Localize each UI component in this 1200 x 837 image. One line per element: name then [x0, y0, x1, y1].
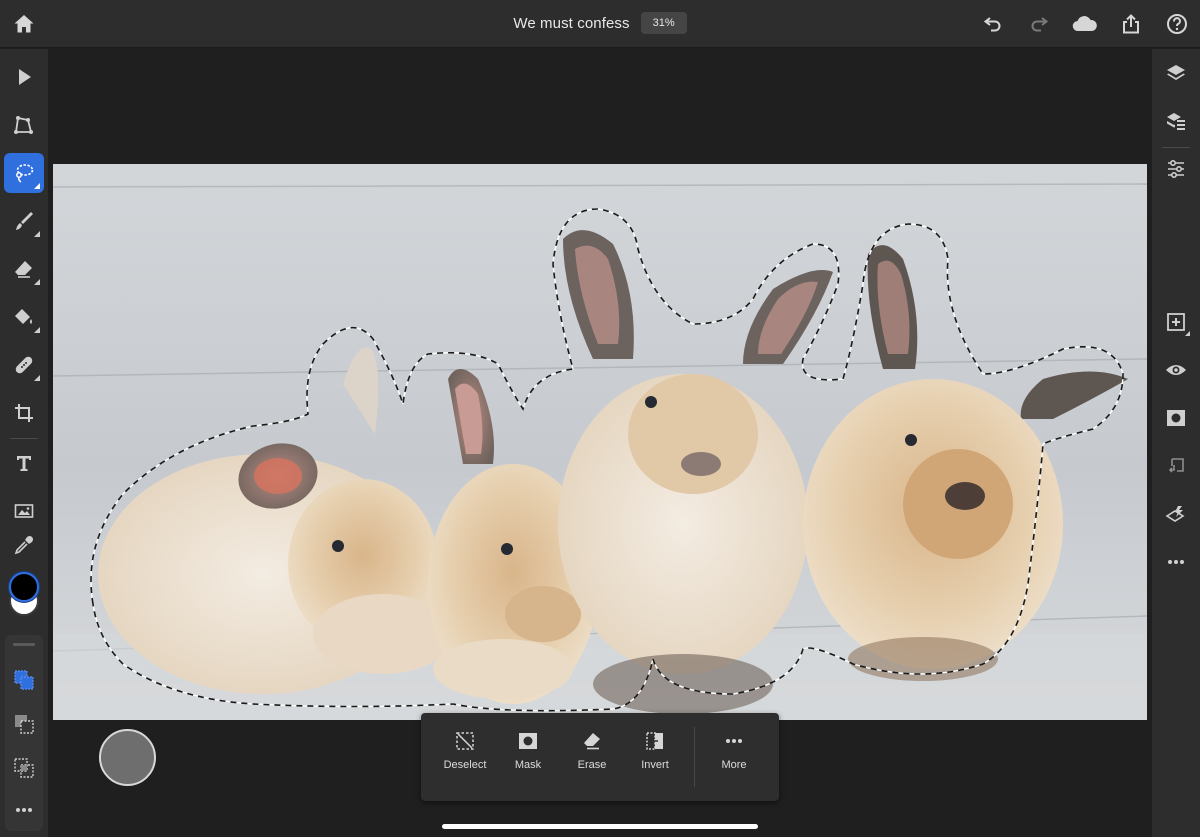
invert-icon: [646, 732, 663, 750]
deselect-icon: [456, 732, 474, 750]
right-more-button[interactable]: [1156, 542, 1196, 582]
intersect-selection-icon: [14, 758, 34, 778]
mask-label: Mask: [514, 759, 542, 771]
clip-icon: [1168, 458, 1184, 473]
top-right-actions: [980, 11, 1190, 37]
new-selection-icon: [14, 670, 34, 690]
adjustments-button[interactable]: [1156, 149, 1196, 189]
taskbar-divider: [694, 727, 695, 787]
share-icon: [1123, 14, 1139, 34]
photoshop-app: We must confess 31% Deselect Mask Erase …: [0, 0, 1200, 837]
deselect-button[interactable]: Deselect: [434, 729, 496, 789]
toolbar-divider: [10, 438, 38, 439]
submenu-indicator: [1185, 331, 1190, 336]
tool-crop[interactable]: [4, 393, 44, 433]
brush-size-preview[interactable]: [99, 729, 156, 786]
tool-move[interactable]: [4, 57, 44, 97]
tool-type[interactable]: [4, 443, 44, 483]
top-bar: We must confess 31%: [0, 0, 1200, 48]
help-icon: [1167, 14, 1187, 34]
layers-button[interactable]: [1156, 53, 1196, 93]
undo-icon: [983, 17, 1001, 32]
tool-healing[interactable]: [4, 345, 44, 385]
healing-icon: [15, 356, 33, 374]
submenu-indicator: [34, 375, 40, 381]
crop-icon: [15, 404, 33, 422]
submenu-indicator: [34, 231, 40, 237]
zoom-level[interactable]: 31%: [640, 12, 687, 34]
submenu-indicator: [34, 327, 40, 333]
foreground-color-swatch[interactable]: [9, 572, 39, 602]
share-button[interactable]: [1118, 11, 1144, 37]
layer-properties-icon: [1167, 113, 1185, 130]
deselect-label: Deselect: [443, 759, 487, 771]
mask-selection-button[interactable]: Mask: [497, 729, 559, 789]
mask-icon: [1167, 410, 1185, 426]
eraser-icon: [15, 261, 32, 278]
move-icon: [19, 69, 31, 85]
more-options-button[interactable]: More: [703, 729, 765, 789]
toolbar-divider: [1162, 147, 1190, 148]
selection-more-button[interactable]: [9, 795, 39, 825]
subtract-selection-icon: [15, 715, 34, 734]
visibility-button[interactable]: [1156, 350, 1196, 390]
erase-icon: [584, 733, 600, 750]
invert-label: Invert: [641, 759, 669, 771]
layers-icon: [1167, 65, 1185, 80]
add-layer-icon: [1167, 313, 1185, 331]
visibility-icon: [1166, 365, 1186, 375]
tool-brush[interactable]: [4, 201, 44, 241]
right-toolbar: [1152, 49, 1200, 837]
contextual-taskbar: Deselect Mask Erase Invert More: [421, 713, 779, 801]
quick-actions-button[interactable]: [1156, 494, 1196, 534]
transform-icon: [14, 116, 33, 134]
selection-mode-panel: [5, 635, 43, 831]
lasso-icon: [16, 164, 34, 183]
tool-eyedropper[interactable]: [4, 525, 44, 565]
invert-button[interactable]: Invert: [624, 729, 686, 789]
redo-button[interactable]: [1026, 11, 1052, 37]
layer-properties-button[interactable]: [1156, 101, 1196, 141]
erase-label: Erase: [577, 759, 607, 771]
panel-grip[interactable]: [13, 643, 35, 646]
add-layer-button[interactable]: [1156, 302, 1196, 342]
eyedropper-icon: [14, 536, 33, 555]
submenu-indicator: [34, 183, 40, 189]
more-icon: [1168, 560, 1184, 564]
tool-lasso[interactable]: [4, 153, 44, 193]
redo-icon: [1031, 17, 1049, 32]
brush-icon: [16, 212, 33, 230]
adjustments-icon: [1168, 159, 1184, 179]
new-selection-button[interactable]: [9, 665, 39, 695]
submenu-indicator: [34, 279, 40, 285]
left-toolbar: [0, 49, 48, 837]
fill-icon: [15, 309, 32, 324]
more-label: More: [721, 759, 747, 771]
subtract-selection-button[interactable]: [9, 709, 39, 739]
erase-button[interactable]: Erase: [561, 729, 623, 789]
tool-eraser[interactable]: [4, 249, 44, 289]
document-image[interactable]: [53, 164, 1147, 720]
document-title[interactable]: We must confess: [513, 15, 629, 32]
more-icon: [16, 808, 32, 812]
undo-button[interactable]: [980, 11, 1006, 37]
mask-icon: [519, 733, 537, 749]
mask-button[interactable]: [1156, 398, 1196, 438]
home-indicator[interactable]: [442, 824, 758, 829]
cloud-button[interactable]: [1072, 11, 1098, 37]
type-icon: [17, 456, 31, 471]
cloud-icon: [1072, 16, 1097, 32]
bunnies-photo: [53, 164, 1147, 720]
more-icon: [726, 739, 742, 743]
tool-paint-bucket[interactable]: [4, 297, 44, 337]
tool-transform[interactable]: [4, 105, 44, 145]
help-button[interactable]: [1164, 11, 1190, 37]
clipping-mask-button[interactable]: [1156, 446, 1196, 486]
quick-actions-icon: [1165, 506, 1185, 522]
place-image-icon: [14, 504, 34, 518]
intersect-selection-button[interactable]: [9, 753, 39, 783]
